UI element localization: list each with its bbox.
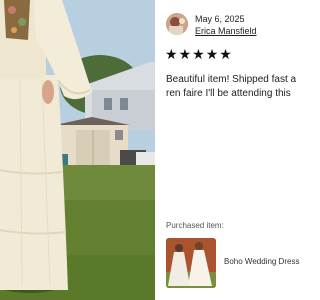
star-icon: ★ — [192, 46, 205, 62]
purchased-item-label: Purchased item: — [166, 221, 224, 230]
star-icon: ★ — [178, 46, 192, 62]
review-text: Beautiful item! Shipped fast a ren faire… — [166, 73, 300, 101]
review-date: May 6, 2025 — [195, 14, 245, 24]
review-text-line: Beautiful item! Shipped fast a — [166, 74, 297, 85]
star-rating: ★ ★ ★ ★ ★ — [165, 47, 232, 61]
reviewer-name-link[interactable]: Erica Mansfield — [195, 26, 257, 36]
purchased-item-title-link[interactable]: Boho Wedding Dress — [224, 257, 299, 266]
review-photo[interactable] — [0, 0, 155, 300]
review-panel: May 6, 2025 Erica Mansfield ★ ★ ★ ★ ★ Be… — [155, 0, 300, 300]
star-icon: ★ — [219, 46, 232, 62]
reviewer-avatar[interactable] — [166, 13, 188, 35]
star-icon: ★ — [205, 46, 219, 62]
purchased-item-thumbnail[interactable] — [166, 238, 216, 288]
star-icon: ★ — [165, 46, 178, 62]
review-text-line: ren faire I'll be attending this — [166, 88, 291, 99]
